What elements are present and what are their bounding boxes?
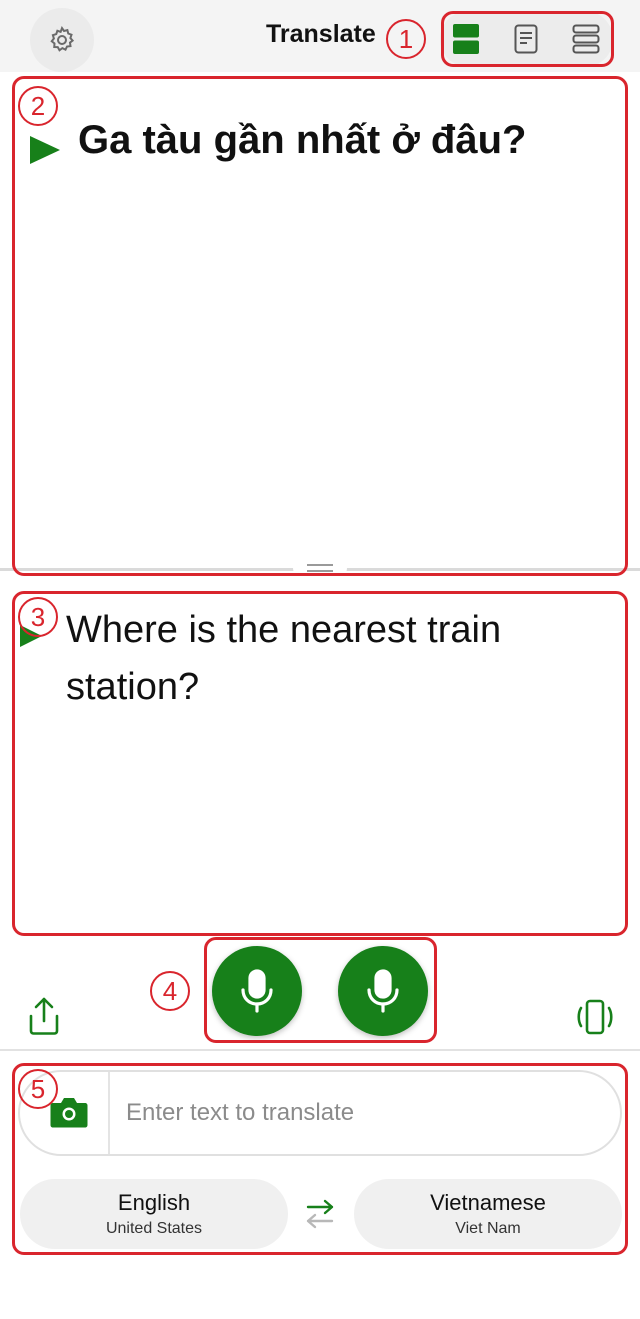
annotation-box-2: [12, 76, 628, 576]
annotation-box-1: [441, 11, 614, 67]
page-title: Translate: [266, 20, 376, 48]
annotation-number-1: 1: [386, 19, 426, 59]
face-to-face-button[interactable]: [574, 998, 616, 1041]
share-button[interactable]: [26, 996, 62, 1041]
annotation-box-5: [12, 1063, 628, 1255]
settings-button[interactable]: [30, 8, 94, 72]
annotation-box-4: [204, 937, 437, 1043]
annotation-number-2: 2: [18, 86, 58, 126]
annotation-number-5: 5: [18, 1069, 58, 1109]
vibrate-phone-icon: [577, 999, 613, 1035]
annotation-number-3: 3: [18, 597, 58, 637]
share-icon: [29, 997, 59, 1035]
annotation-box-3: [12, 591, 628, 936]
annotation-number-4: 4: [150, 971, 190, 1011]
footer-divider: [0, 1049, 640, 1051]
gear-icon: [50, 25, 75, 52]
